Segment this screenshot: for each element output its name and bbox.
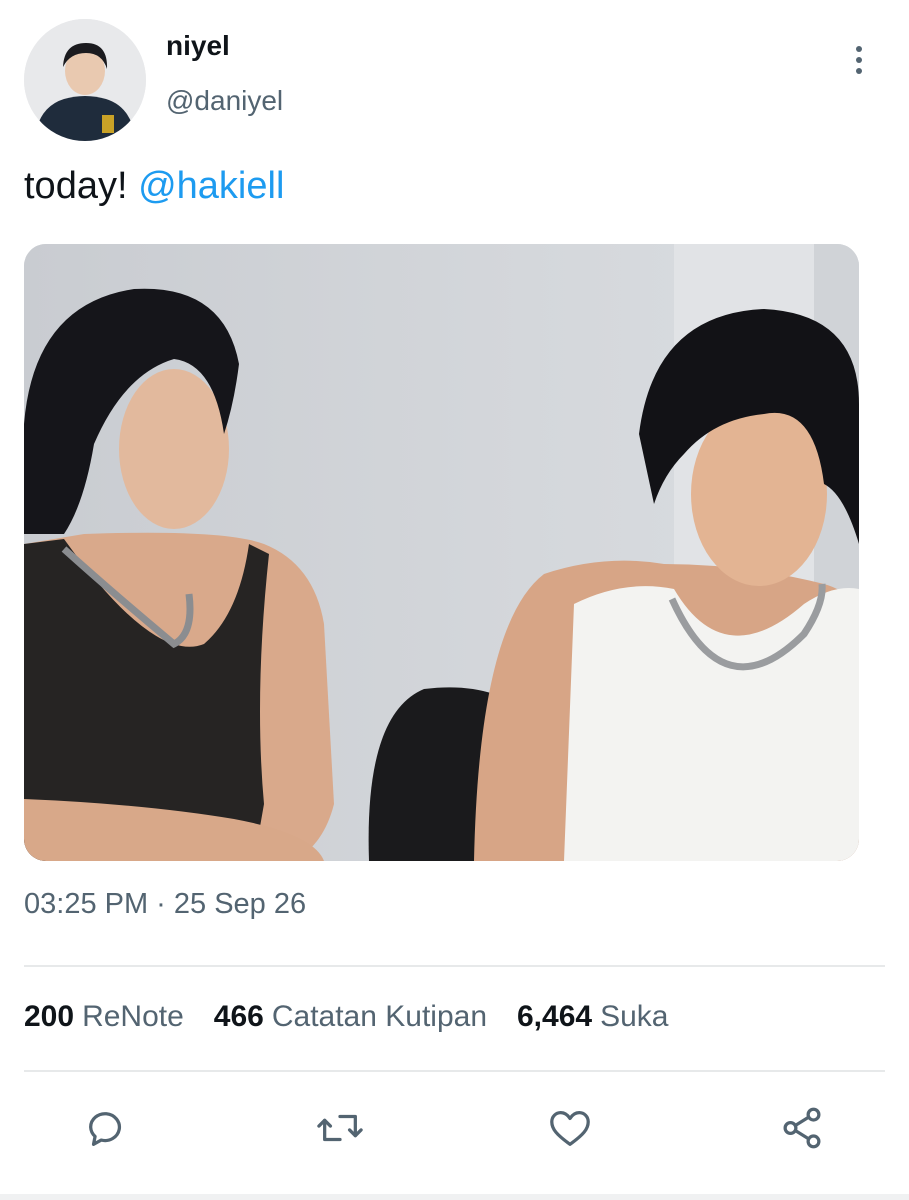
tweet-text: today! @hakiell [24, 165, 284, 208]
tweet-timestamp[interactable]: 03:25 PM · 25 Sep 26 [24, 888, 306, 921]
author-handle[interactable]: @daniyel [166, 85, 283, 117]
tweet-photo[interactable] [24, 244, 859, 861]
dot [856, 68, 862, 74]
renote-stat[interactable]: 200 ReNote [24, 1000, 184, 1034]
tweet-text-body: today! [24, 165, 139, 207]
renote-button[interactable] [310, 1098, 370, 1158]
like-button[interactable] [540, 1098, 600, 1158]
reply-button[interactable] [76, 1098, 136, 1158]
like-label: Suka [600, 1000, 669, 1033]
action-bar [24, 1098, 885, 1158]
like-stat[interactable]: 6,464 Suka [517, 1000, 668, 1034]
share-icon [783, 1107, 821, 1149]
heart-icon [550, 1111, 590, 1146]
renote-count: 200 [24, 1000, 75, 1033]
renote-label: ReNote [82, 1000, 184, 1033]
quote-stat[interactable]: 466 Catatan Kutipan [214, 1000, 487, 1034]
like-count: 6,464 [517, 1000, 593, 1033]
dot [856, 57, 862, 63]
engagement-stats: 200 ReNote 466 Catatan Kutipan 6,464 Suka [24, 1000, 668, 1034]
reply-icon [89, 1112, 121, 1146]
divider [24, 965, 885, 967]
avatar-image [24, 19, 146, 141]
share-button[interactable] [772, 1098, 832, 1158]
quote-count: 466 [213, 1000, 264, 1033]
renote-icon [317, 1114, 363, 1142]
dot [856, 46, 862, 52]
more-options-icon[interactable] [842, 40, 876, 80]
mention-link[interactable]: @hakiell [138, 165, 284, 207]
author-name[interactable]: niyel [166, 30, 230, 62]
quote-label: Catatan Kutipan [271, 1000, 487, 1033]
divider [24, 1070, 885, 1072]
avatar[interactable] [24, 19, 146, 141]
bottom-border [0, 1194, 909, 1200]
photo-illustration [24, 244, 859, 861]
